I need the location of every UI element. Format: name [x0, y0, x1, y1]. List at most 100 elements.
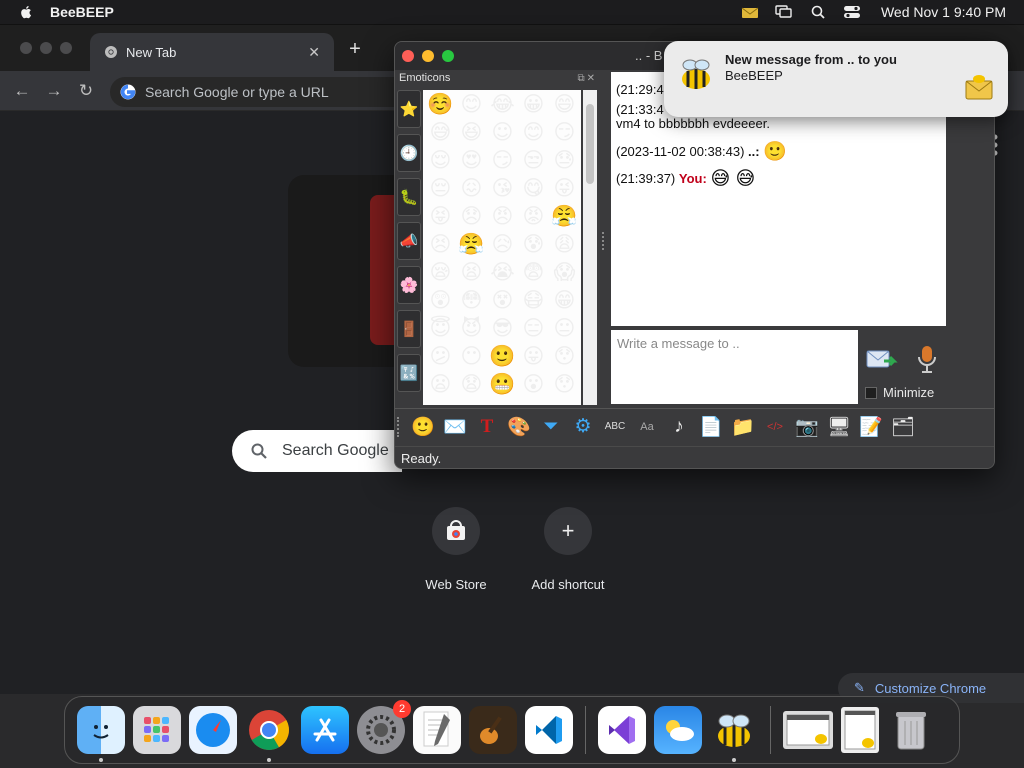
emoticon-item[interactable]: 😌: [425, 146, 456, 174]
emoticon-item[interactable]: 😒: [518, 146, 549, 174]
visual-studio-icon[interactable]: [598, 706, 646, 754]
reload-icon[interactable]: ↻: [76, 81, 96, 101]
code-icon[interactable]: </>: [759, 411, 791, 443]
notification-banner[interactable]: New message from .. to you BeeBEEP: [664, 41, 1008, 117]
save-chat-icon[interactable]: 📝: [855, 411, 887, 443]
detach-chat-icon[interactable]: 🗂: [887, 411, 919, 443]
ntp-search-box[interactable]: Search Google: [232, 430, 402, 472]
panel-float-close-icons[interactable]: ⧉✕: [577, 71, 597, 87]
minimize-window-button[interactable]: [422, 50, 434, 62]
screen-region-icon[interactable]: 🖥: [823, 411, 855, 443]
checkbox-box[interactable]: [865, 386, 877, 399]
font-icon[interactable]: T: [471, 411, 503, 443]
tab-new-tab[interactable]: New Tab ✕: [90, 33, 334, 71]
emoticon-item[interactable]: ☺: [487, 118, 518, 146]
chrome-icon[interactable]: [245, 706, 293, 762]
weather-icon[interactable]: [654, 706, 702, 754]
control-center-icon[interactable]: [843, 4, 861, 20]
emoticon-scrollbar[interactable]: [583, 90, 597, 405]
filter-icon[interactable]: ⏷: [535, 411, 567, 443]
beebeep-icon[interactable]: [710, 706, 758, 762]
emoticon-item[interactable]: ☺️: [425, 90, 456, 118]
system-settings-icon[interactable]: 2: [357, 700, 411, 754]
emoticon-item[interactable]: 😑: [518, 314, 549, 342]
emoticon-item[interactable]: 😅: [425, 118, 456, 146]
emoticon-item[interactable]: 😥: [487, 230, 518, 258]
tab-close-icon[interactable]: ✕: [308, 44, 320, 61]
emoticon-item[interactable]: 😍: [456, 146, 487, 174]
microphone-icon[interactable]: [915, 344, 939, 374]
shortcut-web-store[interactable]: Web Store: [396, 507, 516, 592]
emoticon-item[interactable]: 😎: [487, 314, 518, 342]
emoticon-item[interactable]: 😵: [487, 286, 518, 314]
email-icon[interactable]: ✉️: [439, 411, 471, 443]
settings-icon[interactable]: ⚙: [567, 411, 599, 443]
emoticon-item[interactable]: 😕: [425, 342, 456, 370]
emoticon-item[interactable]: 😶: [456, 342, 487, 370]
apple-menu-icon[interactable]: [18, 4, 34, 20]
emoticon-item[interactable]: 😪: [425, 258, 456, 286]
emoticon-item[interactable]: 😘: [487, 174, 518, 202]
send-folder-icon[interactable]: 📁: [727, 411, 759, 443]
emoticon-item[interactable]: 😭: [487, 258, 518, 286]
emoticon-item[interactable]: 😔: [425, 174, 456, 202]
close-window-button[interactable]: [20, 42, 32, 54]
recent-category-icon[interactable]: 🕘: [397, 134, 421, 172]
emoticon-item[interactable]: 😂: [487, 90, 518, 118]
screen-mirroring-icon[interactable]: [775, 4, 793, 20]
send-message-icon[interactable]: [866, 347, 898, 373]
emoticon-item[interactable]: 😝: [425, 202, 456, 230]
emoticon-item[interactable]: 😨: [518, 258, 549, 286]
places-category-icon[interactable]: 🚪: [397, 310, 421, 348]
nature-category-icon[interactable]: 🌸: [397, 266, 421, 304]
emoticon-item[interactable]: 😤: [549, 202, 580, 230]
minimize-checkbox[interactable]: Minimize: [865, 385, 934, 400]
trash-icon[interactable]: [887, 706, 935, 754]
spellcheck-icon[interactable]: ABC: [599, 411, 631, 443]
panel-splitter[interactable]: [602, 232, 606, 250]
screenshot-icon[interactable]: 📷: [791, 411, 823, 443]
zoom-window-button[interactable]: [442, 50, 454, 62]
doodle-tile[interactable]: [288, 175, 408, 367]
emoticon-item[interactable]: 😱: [549, 258, 580, 286]
new-tab-button[interactable]: +: [345, 39, 365, 59]
send-file-icon[interactable]: 📄: [695, 411, 727, 443]
emoticon-item[interactable]: 😖: [456, 174, 487, 202]
safari-icon[interactable]: [189, 706, 237, 754]
menu-clock[interactable]: Wed Nov 1 9:40 PM: [881, 4, 1006, 20]
emoticon-item[interactable]: 😰: [518, 230, 549, 258]
emoticon-item[interactable]: 😯: [549, 370, 580, 398]
emoticon-item[interactable]: 😆: [456, 118, 487, 146]
emoticon-button-icon[interactable]: 🙂: [407, 411, 439, 443]
emoticon-item[interactable]: 😲: [425, 286, 456, 314]
emoticon-item[interactable]: 😊: [518, 118, 549, 146]
scrollbar-thumb[interactable]: [586, 104, 594, 184]
message-input[interactable]: Write a message to ..: [611, 330, 858, 404]
emoticon-item[interactable]: 😧: [456, 370, 487, 398]
emoticon-item[interactable]: 😤: [456, 230, 487, 258]
emoticon-item[interactable]: 😣: [425, 230, 456, 258]
zoom-window-button[interactable]: [60, 42, 72, 54]
spotlight-search-icon[interactable]: [809, 4, 827, 20]
emoticon-item[interactable]: 😛: [518, 342, 549, 370]
screenshot2-icon[interactable]: [841, 707, 879, 753]
shortcut-add[interactable]: + Add shortcut: [508, 507, 628, 592]
color-icon[interactable]: 🎨: [503, 411, 535, 443]
toolbar-grip[interactable]: [397, 416, 403, 437]
people-category-icon[interactable]: 🐛: [397, 178, 421, 216]
emoticon-item[interactable]: 😈: [456, 314, 487, 342]
emoticon-item[interactable]: 😐: [549, 314, 580, 342]
back-icon[interactable]: ←: [12, 81, 32, 101]
vscode-icon[interactable]: [525, 706, 573, 754]
emoticon-item[interactable]: 😇: [425, 314, 456, 342]
emoticon-item[interactable]: 😯: [549, 342, 580, 370]
note-icon[interactable]: ♪: [663, 411, 695, 443]
textedit-icon[interactable]: [413, 706, 461, 754]
emoticon-item[interactable]: 😮: [518, 370, 549, 398]
favorites-category-icon[interactable]: ⭐: [397, 90, 421, 128]
app-name[interactable]: BeeBEEP: [50, 4, 114, 20]
emoticon-item[interactable]: 😩: [549, 230, 580, 258]
symbols-category-icon[interactable]: 🔣: [397, 354, 421, 392]
beebeep-menu-icon[interactable]: [741, 4, 759, 20]
emoticon-item[interactable]: 😀: [518, 90, 549, 118]
